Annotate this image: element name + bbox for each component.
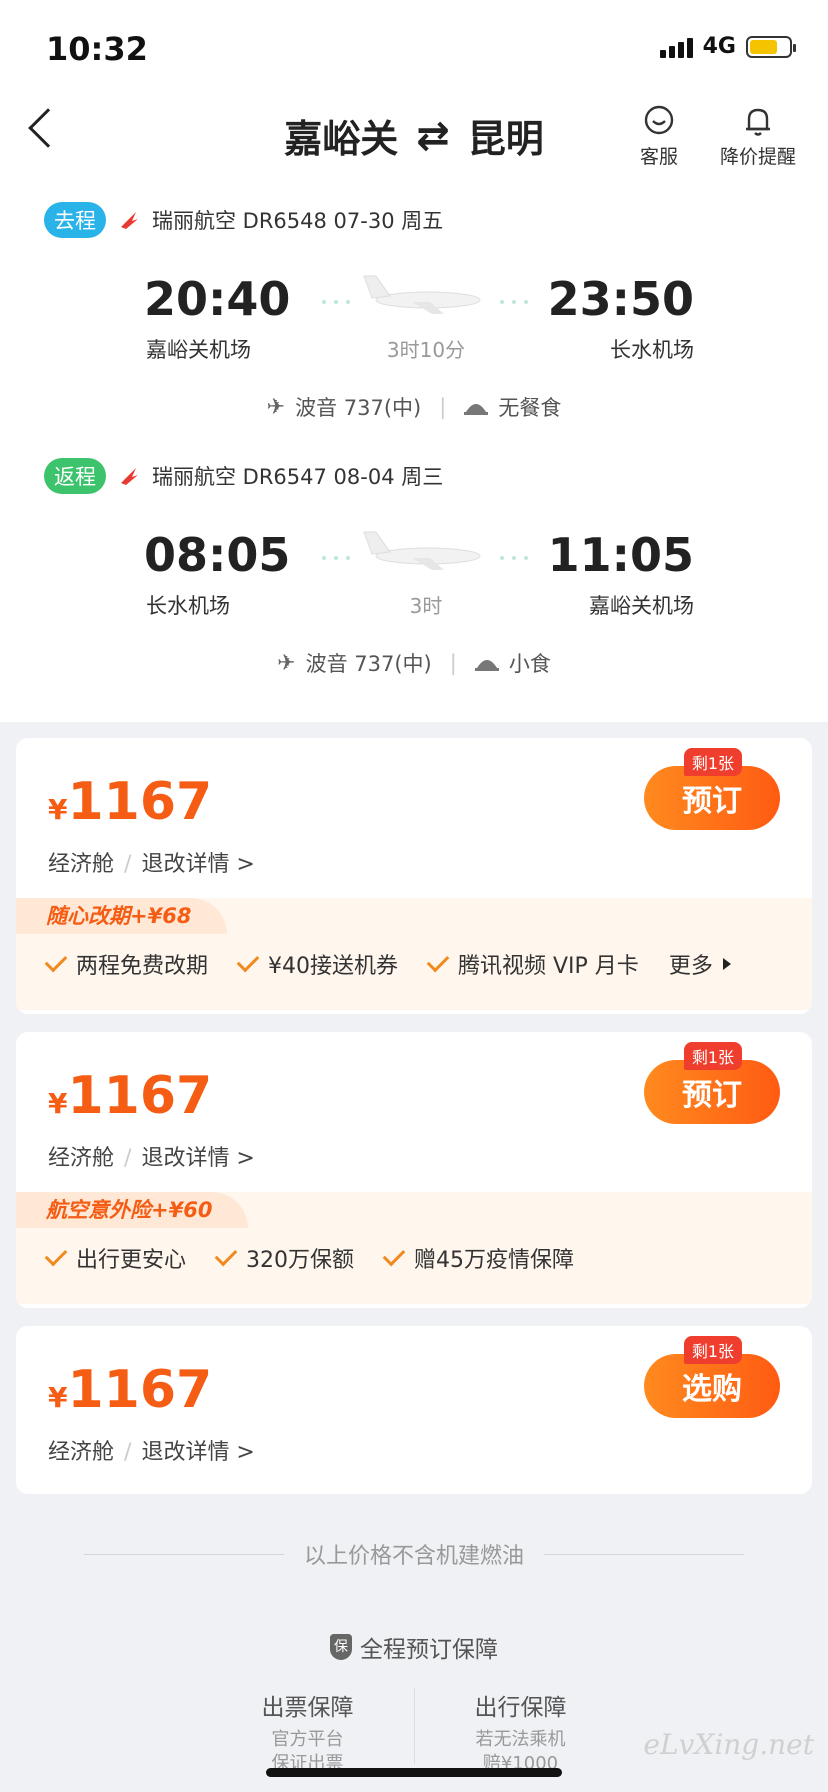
divider: | — [449, 651, 457, 675]
addon-item: 腾讯视频 VIP 月卡 — [426, 948, 639, 980]
chat-icon — [644, 105, 674, 135]
return-airline-info: 瑞丽航空 DR6547 08-04 周三 — [152, 465, 444, 489]
addon-section[interactable]: 航空意外险+¥60 出行更安心 320万保额 赠45万疫情保障 — [16, 1192, 812, 1304]
remaining-badge: 剩1张 — [683, 748, 742, 776]
addon-items: 出行更安心 320万保额 赠45万疫情保障 — [44, 1242, 574, 1274]
triangle-right-icon — [722, 958, 731, 970]
outbound-airline-info: 瑞丽航空 DR6548 07-30 周五 — [152, 209, 444, 233]
signal-icon — [659, 36, 693, 58]
divider — [413, 1688, 415, 1764]
guarantee-column: 出票保障 官方平台 保证出票 — [261, 1695, 354, 1774]
meal-icon — [464, 404, 489, 415]
check-icon — [382, 1243, 406, 1267]
destination-city: 昆明 — [467, 117, 544, 161]
airplane-icon — [322, 531, 528, 570]
addon-item: 两程免费改期 — [44, 948, 208, 980]
guarantee-column: 出行保障 若无法乘机 赔¥1000 — [474, 1695, 567, 1774]
return-dep-airport: 长水机场 — [146, 594, 230, 618]
check-icon — [236, 949, 260, 973]
outbound-dep-time: 20:40 — [144, 272, 291, 326]
check-icon — [426, 949, 450, 973]
addon-section[interactable]: 随心改期+¥68 两程免费改期 ¥40接送机券 腾讯视频 VIP 月卡 更多 — [16, 898, 812, 1010]
customer-service-label: 客服 — [640, 146, 679, 168]
divider: | — [439, 395, 447, 419]
booking-guarantee: 保 全程预订保障 — [0, 1630, 828, 1664]
return-arr-airport: 嘉峪关机场 — [589, 594, 694, 618]
fare-card[interactable]: ¥1167 经济舱 / 退改详情 > 选购 剩1张 — [16, 1326, 812, 1494]
refund-rules-link[interactable]: 退改详情 > — [141, 1440, 254, 1465]
network-type: 4G — [702, 34, 736, 59]
price-alert-button[interactable]: 降价提醒 — [720, 104, 796, 169]
check-icon — [214, 1243, 238, 1267]
fare-card[interactable]: ¥1167 经济舱 / 退改详情 > 预订 剩1张 随心改期+¥68 两程免费改期 … — [16, 738, 812, 1014]
more-link[interactable]: 更多 — [669, 948, 731, 980]
guarantee-title: 全程预订保障 — [360, 1637, 498, 1663]
fare-price: ¥1167 — [48, 1066, 213, 1126]
cabin-info: 经济舱 / 退改详情 > — [48, 852, 255, 877]
addon-items: 两程免费改期 ¥40接送机券 腾讯视频 VIP 月卡 更多 — [44, 948, 731, 980]
status-indicators: 4G — [659, 34, 796, 59]
fare-card[interactable]: ¥1167 经济舱 / 退改详情 > 预订 剩1张 航空意外险+¥60 出行更安心 … — [16, 1032, 812, 1308]
addon-item: 出行更安心 — [44, 1242, 186, 1274]
return-tag: 返程 — [44, 458, 106, 494]
addon-item: 赠45万疫情保障 — [382, 1242, 574, 1274]
fare-price: ¥1167 — [48, 772, 213, 832]
return-meal: 小食 — [508, 652, 551, 676]
return-arr-time: 11:05 — [547, 528, 694, 582]
addon-item: 320万保额 — [214, 1242, 354, 1274]
outbound-dep-airport: 嘉峪关机场 — [146, 338, 251, 362]
home-indicator[interactable] — [266, 1768, 562, 1777]
route-title: 嘉峪关 ⇄ 昆明 — [0, 108, 828, 163]
round-trip-icon: ⇄ — [416, 112, 450, 159]
fare-price: ¥1167 — [48, 1360, 213, 1420]
origin-city: 嘉峪关 — [284, 117, 399, 161]
divider — [544, 1553, 744, 1555]
bell-icon — [746, 108, 770, 136]
status-time: 10:32 — [46, 30, 148, 68]
check-icon — [44, 949, 68, 973]
return-duration: 3时 — [409, 594, 443, 618]
addon-title: 航空意外险+¥60 — [16, 1192, 249, 1228]
outbound-aircraft: 波音 737(中) — [295, 396, 422, 420]
airline-logo-icon — [121, 468, 138, 485]
divider — [83, 1553, 284, 1555]
airplane-icon — [322, 275, 528, 314]
addon-item: ¥40接送机券 — [236, 948, 398, 980]
customer-service-button[interactable]: 客服 — [640, 104, 678, 169]
refund-rules-link[interactable]: 退改详情 > — [141, 852, 254, 877]
outbound-arr-airport: 长水机场 — [610, 338, 694, 362]
battery-icon — [746, 35, 796, 58]
shield-icon: 保 — [330, 1634, 352, 1660]
remaining-badge: 剩1张 — [683, 1336, 742, 1364]
cabin-class: 经济舱 — [48, 1440, 115, 1465]
outbound-arr-time: 23:50 — [547, 272, 694, 326]
remaining-badge: 剩1张 — [683, 1042, 742, 1070]
airline-logo-icon — [121, 212, 138, 229]
plane-small-icon: ✈ — [266, 394, 286, 420]
cabin-class: 经济舱 — [48, 1146, 115, 1171]
price-alert-label: 降价提醒 — [720, 146, 797, 168]
cabin-class: 经济舱 — [48, 852, 115, 877]
price-footnote: 以上价格不含机建燃油 — [0, 1538, 828, 1570]
refund-rules-link[interactable]: 退改详情 > — [141, 1146, 254, 1171]
cabin-info: 经济舱 / 退改详情 > — [48, 1146, 255, 1171]
meal-icon — [474, 660, 499, 671]
outbound-tag: 去程 — [44, 202, 106, 238]
cabin-info: 经济舱 / 退改详情 > — [48, 1440, 255, 1465]
footnote-text: 以上价格不含机建燃油 — [303, 1544, 524, 1569]
outbound-meal: 无餐食 — [498, 396, 562, 420]
outbound-meta: ✈ 波音 737(中) | 无餐食 — [0, 392, 828, 422]
return-aircraft: 波音 737(中) — [305, 652, 432, 676]
plane-small-icon: ✈ — [277, 650, 296, 676]
outbound-duration: 3时10分 — [386, 338, 466, 362]
return-header: 返程 瑞丽航空 DR6547 08-04 周三 — [44, 458, 443, 494]
addon-title: 随心改期+¥68 — [16, 898, 228, 934]
watermark: eLvXing.net — [643, 1728, 814, 1761]
outbound-header: 去程 瑞丽航空 DR6548 07-30 周五 — [44, 202, 443, 238]
return-dep-time: 08:05 — [144, 528, 291, 582]
return-meta: ✈ 波音 737(中) | 小食 — [0, 648, 828, 678]
check-icon — [44, 1243, 68, 1267]
